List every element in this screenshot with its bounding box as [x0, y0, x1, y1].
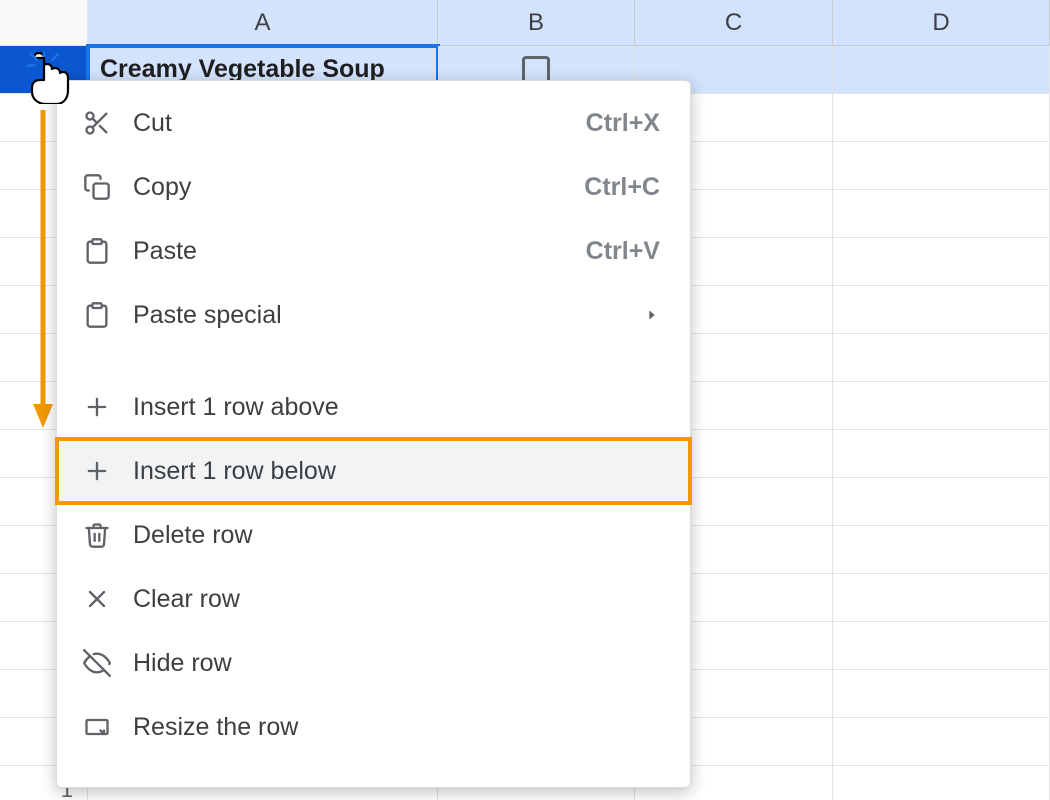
- menu-item-resize[interactable]: Resize the row: [57, 695, 690, 759]
- menu-item-insabove[interactable]: Insert 1 row above: [57, 375, 690, 439]
- select-all-corner[interactable]: [0, 0, 88, 46]
- menu-item-label: Clear row: [133, 585, 660, 614]
- cell[interactable]: [833, 286, 1050, 334]
- menu-separator: [57, 347, 690, 375]
- column-header-D[interactable]: D: [833, 0, 1050, 46]
- cell[interactable]: [833, 526, 1050, 574]
- menu-item-label: Delete row: [133, 521, 660, 550]
- cut-icon: [77, 109, 117, 137]
- plus-icon: [77, 393, 117, 421]
- menu-item-label: Hide row: [133, 649, 660, 678]
- column-header-B[interactable]: B: [438, 0, 635, 46]
- cell[interactable]: [833, 142, 1050, 190]
- trash-icon: [77, 521, 117, 549]
- menu-item-label: Paste: [133, 237, 586, 266]
- paste-icon: [77, 301, 117, 329]
- cursor-pointer: [26, 52, 72, 104]
- menu-item-cut[interactable]: CutCtrl+X: [57, 91, 690, 155]
- menu-item-shortcut: Ctrl+V: [586, 237, 660, 266]
- menu-item-label: Resize the row: [133, 713, 660, 742]
- menu-item-hide[interactable]: Hide row: [57, 631, 690, 695]
- x-icon: [77, 585, 117, 613]
- column-header-A[interactable]: A: [88, 0, 438, 46]
- cell[interactable]: [833, 766, 1050, 800]
- menu-item-paste[interactable]: PasteCtrl+V: [57, 219, 690, 283]
- row-context-menu: CutCtrl+XCopyCtrl+CPasteCtrl+VPaste spec…: [56, 80, 691, 788]
- menu-item-clear[interactable]: Clear row: [57, 567, 690, 631]
- cell[interactable]: [833, 718, 1050, 766]
- cell[interactable]: [833, 670, 1050, 718]
- menu-item-delrow[interactable]: Delete row: [57, 503, 690, 567]
- resize-icon: [77, 713, 117, 741]
- menu-item-shortcut: Ctrl+C: [584, 173, 660, 202]
- menu-item-insbelow[interactable]: Insert 1 row below: [57, 439, 690, 503]
- cell[interactable]: [833, 478, 1050, 526]
- cell[interactable]: [833, 430, 1050, 478]
- menu-item-label: Insert 1 row above: [133, 393, 660, 422]
- copy-icon: [77, 173, 117, 201]
- menu-item-label: Insert 1 row below: [133, 457, 660, 486]
- cell[interactable]: [833, 574, 1050, 622]
- menu-item-label: Copy: [133, 173, 584, 202]
- cell[interactable]: [833, 334, 1050, 382]
- submenu-arrow-icon: [644, 307, 660, 323]
- cell[interactable]: [833, 190, 1050, 238]
- menu-item-pastespc[interactable]: Paste special: [57, 283, 690, 347]
- plus-icon: [77, 457, 117, 485]
- eye-off-icon: [77, 649, 117, 677]
- menu-item-copy[interactable]: CopyCtrl+C: [57, 155, 690, 219]
- cell[interactable]: [833, 46, 1050, 94]
- cell[interactable]: [833, 94, 1050, 142]
- menu-item-label: Cut: [133, 109, 586, 138]
- menu-item-shortcut: Ctrl+X: [586, 109, 660, 138]
- menu-item-label: Paste special: [133, 301, 644, 330]
- paste-icon: [77, 237, 117, 265]
- cell[interactable]: [833, 238, 1050, 286]
- cell[interactable]: [833, 622, 1050, 670]
- column-header-row: A B C D: [0, 0, 1050, 46]
- cell[interactable]: [833, 382, 1050, 430]
- spreadsheet: A B C D 234567891111111 Creamy Vegetable…: [0, 0, 1050, 800]
- column-header-C[interactable]: C: [635, 0, 833, 46]
